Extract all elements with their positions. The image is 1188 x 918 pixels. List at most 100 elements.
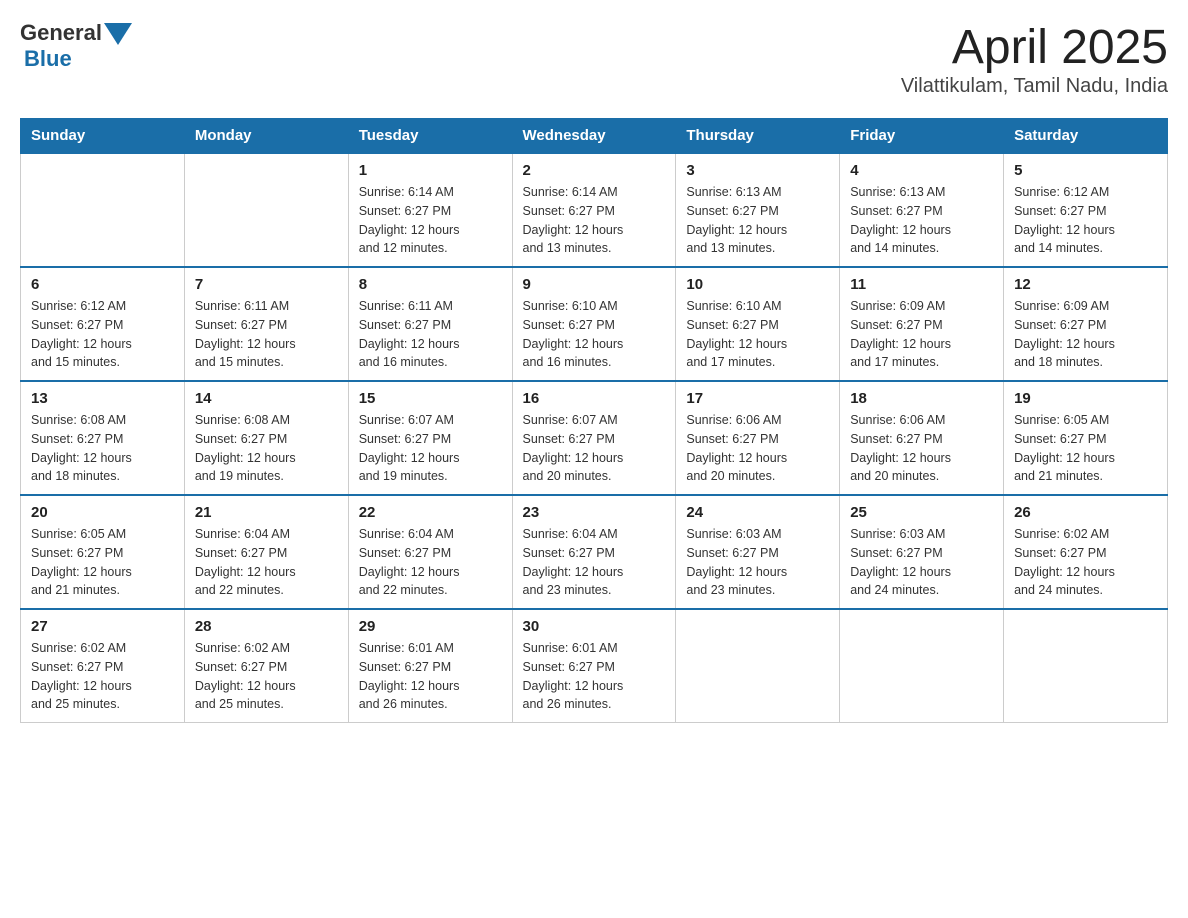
day-number: 12 <box>1014 276 1157 293</box>
calendar-cell: 7 Sunrise: 6:11 AM Sunset: 6:27 PM Daylig… <box>184 267 348 381</box>
day-info: Sunrise: 6:10 AM Sunset: 6:27 PM Dayligh… <box>523 297 666 372</box>
day-number: 28 <box>195 618 338 635</box>
calendar-cell: 13 Sunrise: 6:08 AM Sunset: 6:27 PM Dayli… <box>21 381 185 495</box>
calendar-cell: 25 Sunrise: 6:03 AM Sunset: 6:27 PM Dayli… <box>840 495 1004 609</box>
calendar-cell: 24 Sunrise: 6:03 AM Sunset: 6:27 PM Dayli… <box>676 495 840 609</box>
day-number: 24 <box>686 504 829 521</box>
column-header-wednesday: Wednesday <box>512 119 676 154</box>
column-header-monday: Monday <box>184 119 348 154</box>
column-header-sunday: Sunday <box>21 119 185 154</box>
day-number: 7 <box>195 276 338 293</box>
day-number: 27 <box>31 618 174 635</box>
calendar-cell: 27Sunrise: 6:02 AM Sunset: 6:27 PM Dayli… <box>21 609 185 723</box>
calendar-cell: 20 Sunrise: 6:05 AM Sunset: 6:27 PM Dayli… <box>21 495 185 609</box>
day-info: Sunrise: 6:09 AM Sunset: 6:27 PM Dayligh… <box>850 297 993 372</box>
calendar-title: April 2025 <box>901 20 1168 75</box>
title-block: April 2025 Vilattikulam, Tamil Nadu, Ind… <box>901 20 1168 98</box>
day-info: Sunrise: 6:04 AM Sunset: 6:27 PM Dayligh… <box>359 525 502 600</box>
page-header: General Blue April 2025 Vilattikulam, Ta… <box>20 20 1168 98</box>
day-number: 3 <box>686 162 829 179</box>
calendar-week-row: 1 Sunrise: 6:14 AM Sunset: 6:27 PM Daylig… <box>21 153 1168 267</box>
day-number: 15 <box>359 390 502 407</box>
calendar-cell: 29 Sunrise: 6:01 AM Sunset: 6:27 PM Dayli… <box>348 609 512 723</box>
day-info: Sunrise: 6:08 AM Sunset: 6:27 PM Dayligh… <box>31 411 174 486</box>
day-number: 20 <box>31 504 174 521</box>
day-number: 22 <box>359 504 502 521</box>
calendar-week-row: 13 Sunrise: 6:08 AM Sunset: 6:27 PM Dayli… <box>21 381 1168 495</box>
calendar-cell: 15 Sunrise: 6:07 AM Sunset: 6:27 PM Dayli… <box>348 381 512 495</box>
calendar-subtitle: Vilattikulam, Tamil Nadu, India <box>901 75 1168 98</box>
calendar-cell <box>184 153 348 267</box>
calendar-cell: 14 Sunrise: 6:08 AM Sunset: 6:27 PM Dayli… <box>184 381 348 495</box>
day-number: 6 <box>31 276 174 293</box>
day-info: Sunrise: 6:01 AM Sunset: 6:27 PM Dayligh… <box>523 639 666 714</box>
day-info: Sunrise: 6:04 AM Sunset: 6:27 PM Dayligh… <box>195 525 338 600</box>
logo-general-text: General <box>20 20 102 46</box>
day-number: 10 <box>686 276 829 293</box>
day-info: Sunrise: 6:07 AM Sunset: 6:27 PM Dayligh… <box>359 411 502 486</box>
day-info: Sunrise: 6:12 AM Sunset: 6:27 PM Dayligh… <box>31 297 174 372</box>
column-header-tuesday: Tuesday <box>348 119 512 154</box>
day-number: 8 <box>359 276 502 293</box>
calendar-week-row: 27 Sunrise: 6:02 AM Sunset: 6:27 PM Dayli… <box>21 609 1168 723</box>
day-number: 1 <box>359 162 502 179</box>
day-number: 5 <box>1014 162 1157 179</box>
calendar-cell: 5 Sunrise: 6:12 AM Sunset: 6:27 PM Daylig… <box>1004 153 1168 267</box>
calendar-cell: 10 Sunrise: 6:10 AM Sunset: 6:27 PM Dayli… <box>676 267 840 381</box>
calendar-cell: 18Sunrise: 6:06 AM Sunset: 6:27 PM Dayli… <box>840 381 1004 495</box>
day-info: Sunrise: 6:12 AM Sunset: 6:27 PM Dayligh… <box>1014 183 1157 258</box>
day-info: Sunrise: 6:03 AM Sunset: 6:27 PM Dayligh… <box>850 525 993 600</box>
day-number: 25 <box>850 504 993 521</box>
day-info: Sunrise: 6:05 AM Sunset: 6:27 PM Dayligh… <box>31 525 174 600</box>
logo-triangle-icon <box>104 23 132 45</box>
day-number: 9 <box>523 276 666 293</box>
calendar-week-row: 20 Sunrise: 6:05 AM Sunset: 6:27 PM Dayli… <box>21 495 1168 609</box>
calendar-cell: 22 Sunrise: 6:04 AM Sunset: 6:27 PM Dayli… <box>348 495 512 609</box>
day-number: 30 <box>523 618 666 635</box>
day-info: Sunrise: 6:11 AM Sunset: 6:27 PM Dayligh… <box>195 297 338 372</box>
calendar-cell: 26Sunrise: 6:02 AM Sunset: 6:27 PM Dayli… <box>1004 495 1168 609</box>
day-info: Sunrise: 6:10 AM Sunset: 6:27 PM Dayligh… <box>686 297 829 372</box>
day-number: 2 <box>523 162 666 179</box>
calendar-cell: 4 Sunrise: 6:13 AM Sunset: 6:27 PM Daylig… <box>840 153 1004 267</box>
calendar-week-row: 6 Sunrise: 6:12 AM Sunset: 6:27 PM Daylig… <box>21 267 1168 381</box>
logo: General Blue <box>20 20 132 72</box>
day-number: 11 <box>850 276 993 293</box>
calendar-cell: 9 Sunrise: 6:10 AM Sunset: 6:27 PM Daylig… <box>512 267 676 381</box>
day-info: Sunrise: 6:05 AM Sunset: 6:27 PM Dayligh… <box>1014 411 1157 486</box>
day-info: Sunrise: 6:02 AM Sunset: 6:27 PM Dayligh… <box>195 639 338 714</box>
column-header-thursday: Thursday <box>676 119 840 154</box>
day-number: 14 <box>195 390 338 407</box>
calendar-cell: 2 Sunrise: 6:14 AM Sunset: 6:27 PM Daylig… <box>512 153 676 267</box>
day-number: 18 <box>850 390 993 407</box>
calendar-cell: 8 Sunrise: 6:11 AM Sunset: 6:27 PM Daylig… <box>348 267 512 381</box>
calendar-cell: 16Sunrise: 6:07 AM Sunset: 6:27 PM Dayli… <box>512 381 676 495</box>
day-number: 13 <box>31 390 174 407</box>
calendar-cell: 1 Sunrise: 6:14 AM Sunset: 6:27 PM Daylig… <box>348 153 512 267</box>
logo-blue-text: Blue <box>24 46 72 71</box>
calendar-cell: 3 Sunrise: 6:13 AM Sunset: 6:27 PM Daylig… <box>676 153 840 267</box>
calendar-table: SundayMondayTuesdayWednesdayThursdayFrid… <box>20 118 1168 723</box>
day-info: Sunrise: 6:06 AM Sunset: 6:27 PM Dayligh… <box>686 411 829 486</box>
calendar-cell <box>676 609 840 723</box>
calendar-cell: 19Sunrise: 6:05 AM Sunset: 6:27 PM Dayli… <box>1004 381 1168 495</box>
day-info: Sunrise: 6:03 AM Sunset: 6:27 PM Dayligh… <box>686 525 829 600</box>
day-info: Sunrise: 6:14 AM Sunset: 6:27 PM Dayligh… <box>359 183 502 258</box>
day-number: 29 <box>359 618 502 635</box>
column-header-saturday: Saturday <box>1004 119 1168 154</box>
day-number: 23 <box>523 504 666 521</box>
day-info: Sunrise: 6:01 AM Sunset: 6:27 PM Dayligh… <box>359 639 502 714</box>
day-info: Sunrise: 6:14 AM Sunset: 6:27 PM Dayligh… <box>523 183 666 258</box>
day-info: Sunrise: 6:11 AM Sunset: 6:27 PM Dayligh… <box>359 297 502 372</box>
day-number: 21 <box>195 504 338 521</box>
calendar-cell: 11 Sunrise: 6:09 AM Sunset: 6:27 PM Dayli… <box>840 267 1004 381</box>
calendar-cell <box>1004 609 1168 723</box>
day-info: Sunrise: 6:13 AM Sunset: 6:27 PM Dayligh… <box>686 183 829 258</box>
calendar-cell: 6 Sunrise: 6:12 AM Sunset: 6:27 PM Daylig… <box>21 267 185 381</box>
day-number: 4 <box>850 162 993 179</box>
calendar-cell: 21 Sunrise: 6:04 AM Sunset: 6:27 PM Dayli… <box>184 495 348 609</box>
day-info: Sunrise: 6:08 AM Sunset: 6:27 PM Dayligh… <box>195 411 338 486</box>
calendar-cell <box>21 153 185 267</box>
day-info: Sunrise: 6:13 AM Sunset: 6:27 PM Dayligh… <box>850 183 993 258</box>
day-number: 16 <box>523 390 666 407</box>
